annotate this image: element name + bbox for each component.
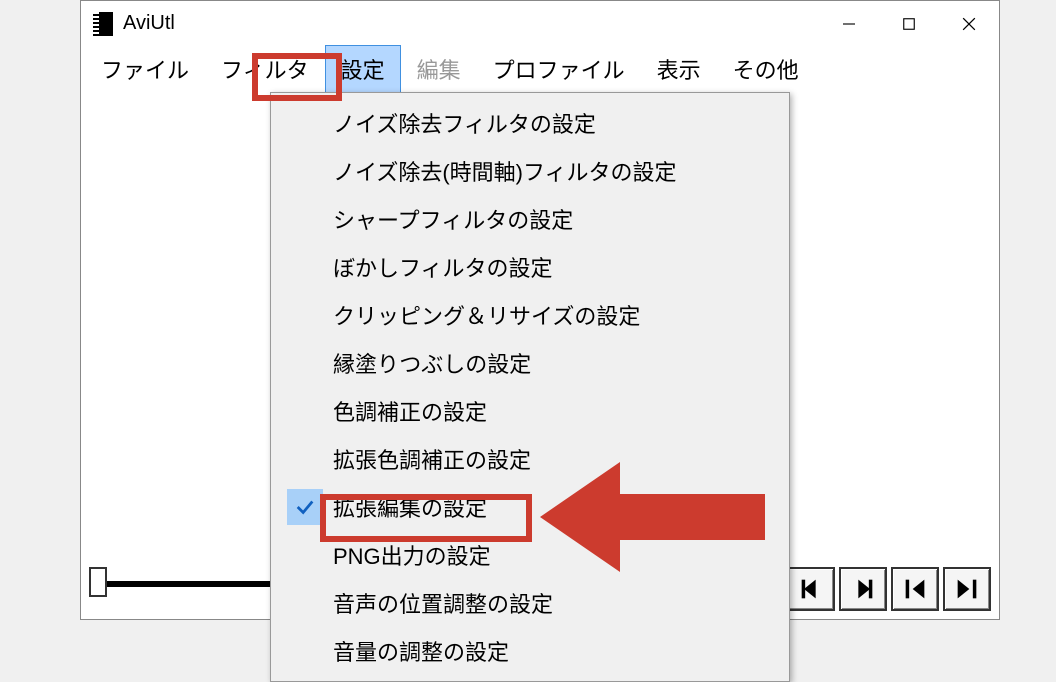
dropdown-item-border-fill[interactable]: 縁塗りつぶしの設定	[271, 339, 789, 387]
menu-other[interactable]: その他	[717, 45, 815, 93]
dropdown-label: 拡張編集の設定	[333, 496, 487, 521]
menubar: ファイル フィルタ 設定 編集 プロファイル 表示 その他	[81, 46, 999, 92]
menu-settings[interactable]: 設定	[325, 45, 401, 93]
dropdown-item-ext-color-correction[interactable]: 拡張色調補正の設定	[271, 435, 789, 483]
slider-thumb[interactable]	[89, 567, 107, 597]
menu-view[interactable]: 表示	[641, 45, 717, 93]
menu-profile[interactable]: プロファイル	[477, 45, 641, 93]
go-start-button[interactable]	[891, 567, 939, 611]
titlebar-left: AviUtl	[93, 12, 175, 36]
settings-dropdown: ノイズ除去フィルタの設定 ノイズ除去(時間軸)フィルタの設定 シャープフィルタの…	[270, 92, 790, 682]
dropdown-item-sharp-filter[interactable]: シャープフィルタの設定	[271, 195, 789, 243]
dropdown-label: 色調補正の設定	[333, 400, 487, 425]
dropdown-label: クリッピング＆リサイズの設定	[333, 304, 640, 329]
minimize-button[interactable]	[819, 1, 879, 46]
prev-frame-icon	[797, 575, 825, 603]
maximize-icon	[900, 15, 918, 33]
next-frame-button[interactable]	[839, 567, 887, 611]
minimize-icon	[840, 15, 858, 33]
dropdown-label: ノイズ除去フィルタの設定	[333, 112, 596, 137]
menu-edit[interactable]: 編集	[401, 45, 477, 93]
go-end-icon	[953, 575, 981, 603]
dropdown-label: 縁塗りつぶしの設定	[333, 352, 531, 377]
prev-frame-button[interactable]	[787, 567, 835, 611]
dropdown-item-blur-filter[interactable]: ぼかしフィルタの設定	[271, 243, 789, 291]
window-controls	[819, 1, 999, 46]
next-frame-icon	[849, 575, 877, 603]
dropdown-label: 音量の調整の設定	[333, 640, 509, 665]
maximize-button[interactable]	[879, 1, 939, 46]
close-button[interactable]	[939, 1, 999, 46]
dropdown-label: 音声の位置調整の設定	[333, 592, 553, 617]
app-icon	[93, 12, 113, 36]
dropdown-item-ext-edit[interactable]: 拡張編集の設定	[271, 483, 789, 531]
go-end-button[interactable]	[943, 567, 991, 611]
transport-controls	[787, 567, 991, 611]
dropdown-label: PNG出力の設定	[333, 544, 491, 569]
menu-filter[interactable]: フィルタ	[205, 45, 325, 93]
menu-file[interactable]: ファイル	[85, 45, 205, 93]
dropdown-item-clipping-resize[interactable]: クリッピング＆リサイズの設定	[271, 291, 789, 339]
dropdown-item-noise-time-filter[interactable]: ノイズ除去(時間軸)フィルタの設定	[271, 147, 789, 195]
dropdown-item-noise-filter[interactable]: ノイズ除去フィルタの設定	[271, 99, 789, 147]
close-icon	[959, 14, 979, 34]
dropdown-item-png-output[interactable]: PNG出力の設定	[271, 531, 789, 579]
titlebar: AviUtl	[81, 1, 999, 46]
dropdown-label: ぼかしフィルタの設定	[333, 256, 553, 281]
dropdown-item-color-correction[interactable]: 色調補正の設定	[271, 387, 789, 435]
check-icon	[287, 489, 323, 525]
app-title: AviUtl	[123, 12, 175, 35]
dropdown-label: 拡張色調補正の設定	[333, 448, 531, 473]
dropdown-label: ノイズ除去(時間軸)フィルタの設定	[333, 160, 677, 185]
dropdown-item-volume-adjust[interactable]: 音量の調整の設定	[271, 627, 789, 675]
go-start-icon	[901, 575, 929, 603]
dropdown-label: シャープフィルタの設定	[333, 208, 573, 233]
